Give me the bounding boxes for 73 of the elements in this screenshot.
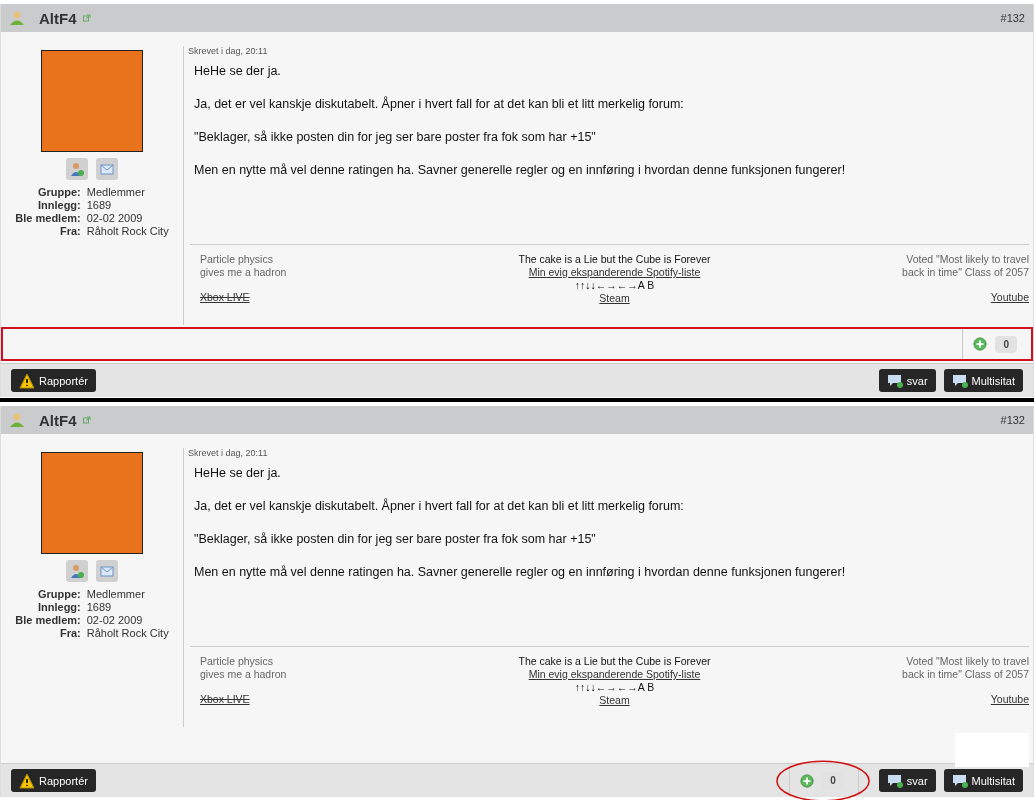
info-value: Råholt Rock City: [86, 627, 169, 639]
info-label: Gruppe:: [36, 588, 81, 600]
speech-bubble-icon: [886, 372, 903, 389]
signature-link[interactable]: Steam: [599, 694, 630, 707]
post-number[interactable]: #132: [1000, 12, 1025, 24]
signature-text: Voted "Most likely to travel: [906, 253, 1029, 266]
reply-button[interactable]: Multisitat: [943, 769, 1023, 792]
post-paragraph: Men en nytte må vel denne ratingen ha. Savner generelle regler og en innføring i hvordan denne funksjonen fungerer!: [194, 565, 847, 579]
post-timestamp: Skrevet i dag, 20:11: [187, 46, 269, 56]
speech-bubble-icon: [886, 772, 903, 789]
info-label: Innlegg:: [36, 601, 81, 613]
external-link-icon[interactable]: [82, 14, 91, 22]
user-icon: [9, 10, 25, 26]
signature-text: gives me a hadron: [200, 668, 287, 681]
signature-link[interactable]: Min evig ekspanderende Spotify-liste: [528, 668, 701, 681]
post-paragraph: Ja, det er vel kanskje diskutabelt. Åpner i hvert fall for at det kan bli et litt merkelig forum:: [194, 97, 685, 111]
add-friend-icon[interactable]: [66, 158, 88, 180]
signature-text: Particle physics: [200, 253, 273, 266]
envelope-icon[interactable]: [96, 158, 118, 180]
author-name[interactable]: AltF4: [39, 411, 77, 429]
post-paragraph: "Beklager, så ikke posten din for jeg ser bare poster fra fok som har +15": [194, 532, 597, 546]
signature-text: Particle physics: [200, 655, 273, 668]
plus-icon[interactable]: [973, 337, 988, 351]
info-value: 02-02 2009: [86, 614, 144, 626]
warning-icon: [19, 372, 35, 389]
rating-count: 0: [995, 335, 1017, 353]
report-button[interactable]: Rapportér: [11, 369, 96, 392]
signature-text: Voted "Most likely to travel: [906, 655, 1029, 668]
post-paragraph: Men en nytte må vel denne ratingen ha. Savner generelle regler og en innføring i hvordan denne funksjonen fungerer!: [194, 163, 847, 177]
info-label: Fra:: [58, 627, 81, 639]
info-value: 1689: [86, 601, 113, 613]
info-value: Råholt Rock City: [86, 225, 169, 237]
info-label: Fra:: [58, 225, 81, 237]
post-number[interactable]: #132: [1000, 414, 1025, 426]
signature-text: The cake is a Lie but the Cube is Forever: [518, 655, 711, 668]
info-label: Ble medlem:: [15, 212, 81, 224]
add-friend-icon[interactable]: [66, 560, 88, 582]
reply-button[interactable]: Multisitat: [943, 369, 1023, 392]
signature-text: ↑↑↓↓←→←→A B: [574, 279, 655, 292]
reply-button[interactable]: svar: [878, 369, 936, 392]
signature-link[interactable]: Youtube: [990, 693, 1029, 706]
author-name[interactable]: AltF4: [39, 9, 77, 27]
info-label: Ble medlem:: [15, 614, 81, 626]
reply-button[interactable]: svar: [878, 769, 936, 792]
signature-text: The cake is a Lie but the Cube is Forever: [518, 253, 711, 266]
warning-icon: [19, 772, 35, 789]
signature-text: back in time" Class of 2057: [902, 668, 1029, 681]
post-timestamp: Skrevet i dag, 20:11: [187, 448, 269, 458]
report-button[interactable]: Rapportér: [11, 769, 96, 792]
signature-link[interactable]: Xbox LIVE: [200, 693, 250, 706]
post-paragraph: HeHe se der ja.: [194, 64, 282, 78]
user-icon: [9, 412, 25, 428]
plus-icon[interactable]: [800, 773, 815, 788]
speech-bubble-icon: [951, 772, 968, 789]
post-paragraph: Ja, det er vel kanskje diskutabelt. Åpner i hvert fall for at det kan bli et litt merkelig forum:: [194, 499, 685, 513]
signature-link[interactable]: Xbox LIVE: [200, 291, 250, 304]
signature-text: ↑↑↓↓←→←→A B: [574, 681, 655, 694]
post-paragraph: HeHe se der ja.: [194, 466, 282, 480]
post-paragraph: "Beklager, så ikke posten din for jeg ser bare poster fra fok som har +15": [194, 130, 597, 144]
signature-link[interactable]: Min evig ekspanderende Spotify-liste: [528, 266, 701, 279]
envelope-icon[interactable]: [96, 560, 118, 582]
info-value: Medlemmer: [86, 588, 146, 600]
info-label: Innlegg:: [36, 199, 81, 211]
info-value: 02-02 2009: [86, 212, 144, 224]
info-value: 1689: [86, 199, 113, 211]
signature-text: back in time" Class of 2057: [902, 266, 1029, 279]
external-link-icon[interactable]: [82, 416, 91, 424]
signature-link[interactable]: Steam: [599, 292, 630, 305]
speech-bubble-icon: [951, 372, 968, 389]
info-value: Medlemmer: [86, 186, 146, 198]
info-label: Gruppe:: [36, 186, 81, 198]
signature-link[interactable]: Youtube: [990, 291, 1029, 304]
signature-text: gives me a hadron: [200, 266, 287, 279]
